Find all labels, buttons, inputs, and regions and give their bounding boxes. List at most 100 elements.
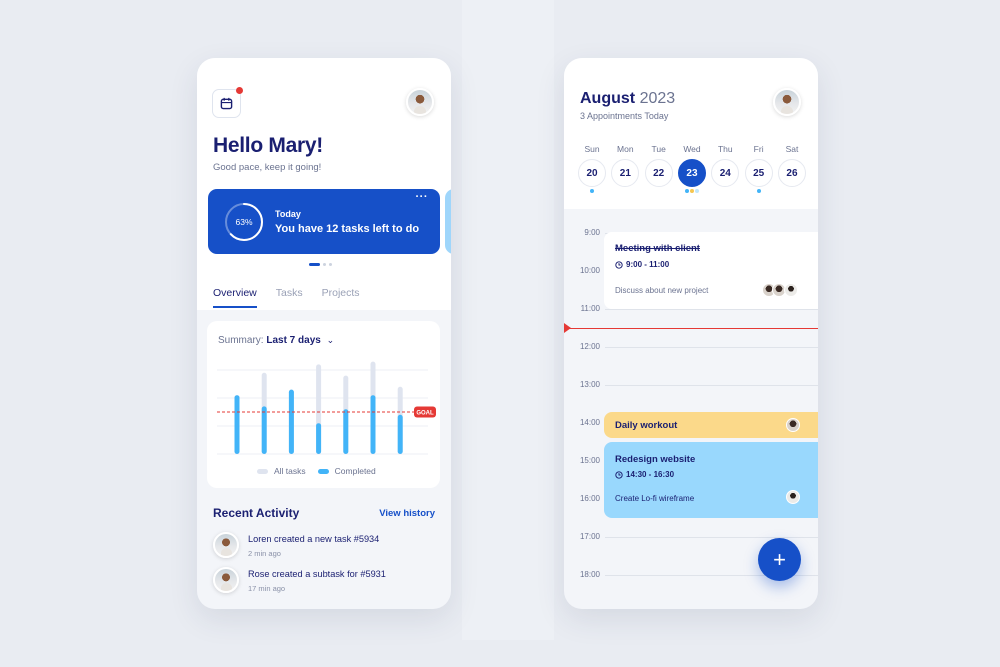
attendee-avatar <box>786 490 800 504</box>
event-dots <box>684 189 699 197</box>
user-avatar[interactable] <box>773 88 801 116</box>
clock-icon <box>615 260 623 269</box>
hour-gridline <box>605 309 818 310</box>
carousel-pager <box>309 263 332 266</box>
hour-label: 9:00 <box>584 228 600 237</box>
event-daily-workout[interactable]: Daily workout <box>604 412 818 438</box>
day-number[interactable]: 24 <box>711 159 740 187</box>
tab-projects[interactable]: Projects <box>322 287 360 308</box>
summary-card: GOAL Summary: Last 7 days ⌄ All tasks Co… <box>207 321 440 488</box>
activity-avatar <box>213 532 239 558</box>
activity-text: Loren created a new task #5934 <box>248 534 380 544</box>
day-thu[interactable]: Thu 24 <box>711 144 740 197</box>
event-time: 9:00 - 11:00 <box>615 260 669 269</box>
event-dot <box>684 189 689 193</box>
notification-dot <box>236 87 243 94</box>
appointments-count: 3 Appointments Today <box>580 111 669 121</box>
hour-gridline <box>605 385 818 386</box>
event-dot <box>689 189 694 193</box>
event-description: Discuss about new project <box>615 286 709 295</box>
event-dot <box>756 189 761 193</box>
day-number[interactable]: 22 <box>644 159 673 187</box>
event-title: Redesign website <box>615 454 696 465</box>
event-title: Meeting with client <box>615 243 700 254</box>
day-number[interactable]: 25 <box>744 159 773 187</box>
month-title: August 2023 <box>580 90 676 107</box>
calendar-icon <box>220 97 233 110</box>
day-name: Wed <box>683 144 701 154</box>
calendar-button[interactable] <box>212 87 243 118</box>
attendee-avatar <box>786 418 800 432</box>
tab-overview[interactable]: Overview <box>213 287 257 308</box>
day-name: Sat <box>785 144 799 154</box>
activity-item[interactable]: Loren created a new task #5934 2 min ago <box>213 532 443 562</box>
hour-label: 14:00 <box>579 418 600 427</box>
day-number[interactable]: 20 <box>578 159 606 187</box>
day-number[interactable]: 26 <box>777 159 806 187</box>
event-dots <box>590 189 594 197</box>
hour-gridline <box>605 347 818 348</box>
day-sat[interactable]: Sat 26 <box>777 144 806 197</box>
background-panel <box>462 0 554 640</box>
day-number[interactable]: 21 <box>611 159 640 187</box>
progress-percent: 63% <box>235 217 253 227</box>
event-redesign-website[interactable]: Redesign website 14:30 - 16:30 Create Lo… <box>604 442 818 518</box>
add-event-button[interactable]: + <box>758 538 801 581</box>
activity-time: 2 min ago <box>248 549 281 558</box>
day-name: Fri <box>753 144 764 154</box>
activity-item[interactable]: Rose created a subtask for #5931 17 min … <box>213 567 443 597</box>
day-wed[interactable]: Wed 23 <box>677 144 706 197</box>
day-mon[interactable]: Mon 21 <box>611 144 640 197</box>
pager-dot[interactable] <box>309 263 320 266</box>
event-description: Create Lo-fi wireframe <box>615 494 695 503</box>
hour-label: 16:00 <box>579 494 600 503</box>
greeting-subtitle: Good pace, keep it going! <box>213 162 322 173</box>
summary-period: Last 7 days <box>266 335 321 346</box>
hour-label: 11:00 <box>580 304 600 313</box>
more-options-icon[interactable]: ··· <box>416 191 429 203</box>
day-name: Thu <box>717 144 733 154</box>
attendee-avatar <box>784 283 798 297</box>
day-name: Tue <box>651 144 666 154</box>
current-time-line <box>564 328 818 329</box>
day-sun[interactable]: Sun 20 <box>578 144 606 197</box>
day-name: Mon <box>617 144 634 154</box>
week-strip: Sun 20 Mon 21 Tue 22 Wed 23 Thu 24 Fri 25 Sat 26 <box>578 144 806 197</box>
view-history-link[interactable]: View history <box>379 508 435 519</box>
recent-activity-title: Recent Activity <box>213 506 300 520</box>
hour-label: 10:00 <box>579 266 600 275</box>
pager-dot[interactable] <box>329 263 332 266</box>
clock-icon <box>615 470 623 479</box>
event-dot <box>590 189 594 193</box>
goal-label: GOAL <box>416 411 434 417</box>
pager-dot[interactable] <box>323 263 326 266</box>
event-dots <box>756 189 761 197</box>
legend-completed: Completed <box>317 466 376 476</box>
day-tue[interactable]: Tue 22 <box>644 144 673 197</box>
event-meeting-with-client[interactable]: Meeting with client 9:00 - 11:00 Discuss… <box>604 232 818 309</box>
day-name: Sun <box>584 144 600 154</box>
activity-avatar <box>213 567 239 593</box>
activity-text: Rose created a subtask for #5931 <box>248 569 386 579</box>
legend-all-tasks: All tasks <box>257 466 306 476</box>
chart-legend: All tasks Completed <box>257 466 376 476</box>
hour-label: 15:00 <box>579 456 600 465</box>
chevron-down-icon: ⌄ <box>326 335 335 345</box>
event-title: Daily workout <box>615 420 678 431</box>
hour-gridline <box>605 537 818 538</box>
event-dot <box>694 189 699 193</box>
event-time: 14:30 - 16:30 <box>615 470 674 479</box>
day-fri[interactable]: Fri 25 <box>744 144 773 197</box>
tab-tasks[interactable]: Tasks <box>276 287 303 308</box>
greeting-title: Hello Mary! <box>213 134 323 157</box>
activity-time: 17 min ago <box>248 584 286 593</box>
user-avatar[interactable] <box>406 88 434 116</box>
calendar-screen: August 2023 3 Appointments Today Sun 20 Mo… <box>564 58 818 609</box>
current-time-marker <box>564 323 571 333</box>
day-number[interactable]: 23 <box>677 159 706 187</box>
hour-label: 12:00 <box>579 342 600 351</box>
summary-prefix: Summary: <box>218 335 264 346</box>
next-card-peek[interactable] <box>445 189 451 254</box>
summary-period-dropdown[interactable]: Summary: Last 7 days ⌄ <box>218 335 334 346</box>
today-progress-card[interactable]: 63% Today You have 12 tasks left to do ·… <box>208 189 440 254</box>
